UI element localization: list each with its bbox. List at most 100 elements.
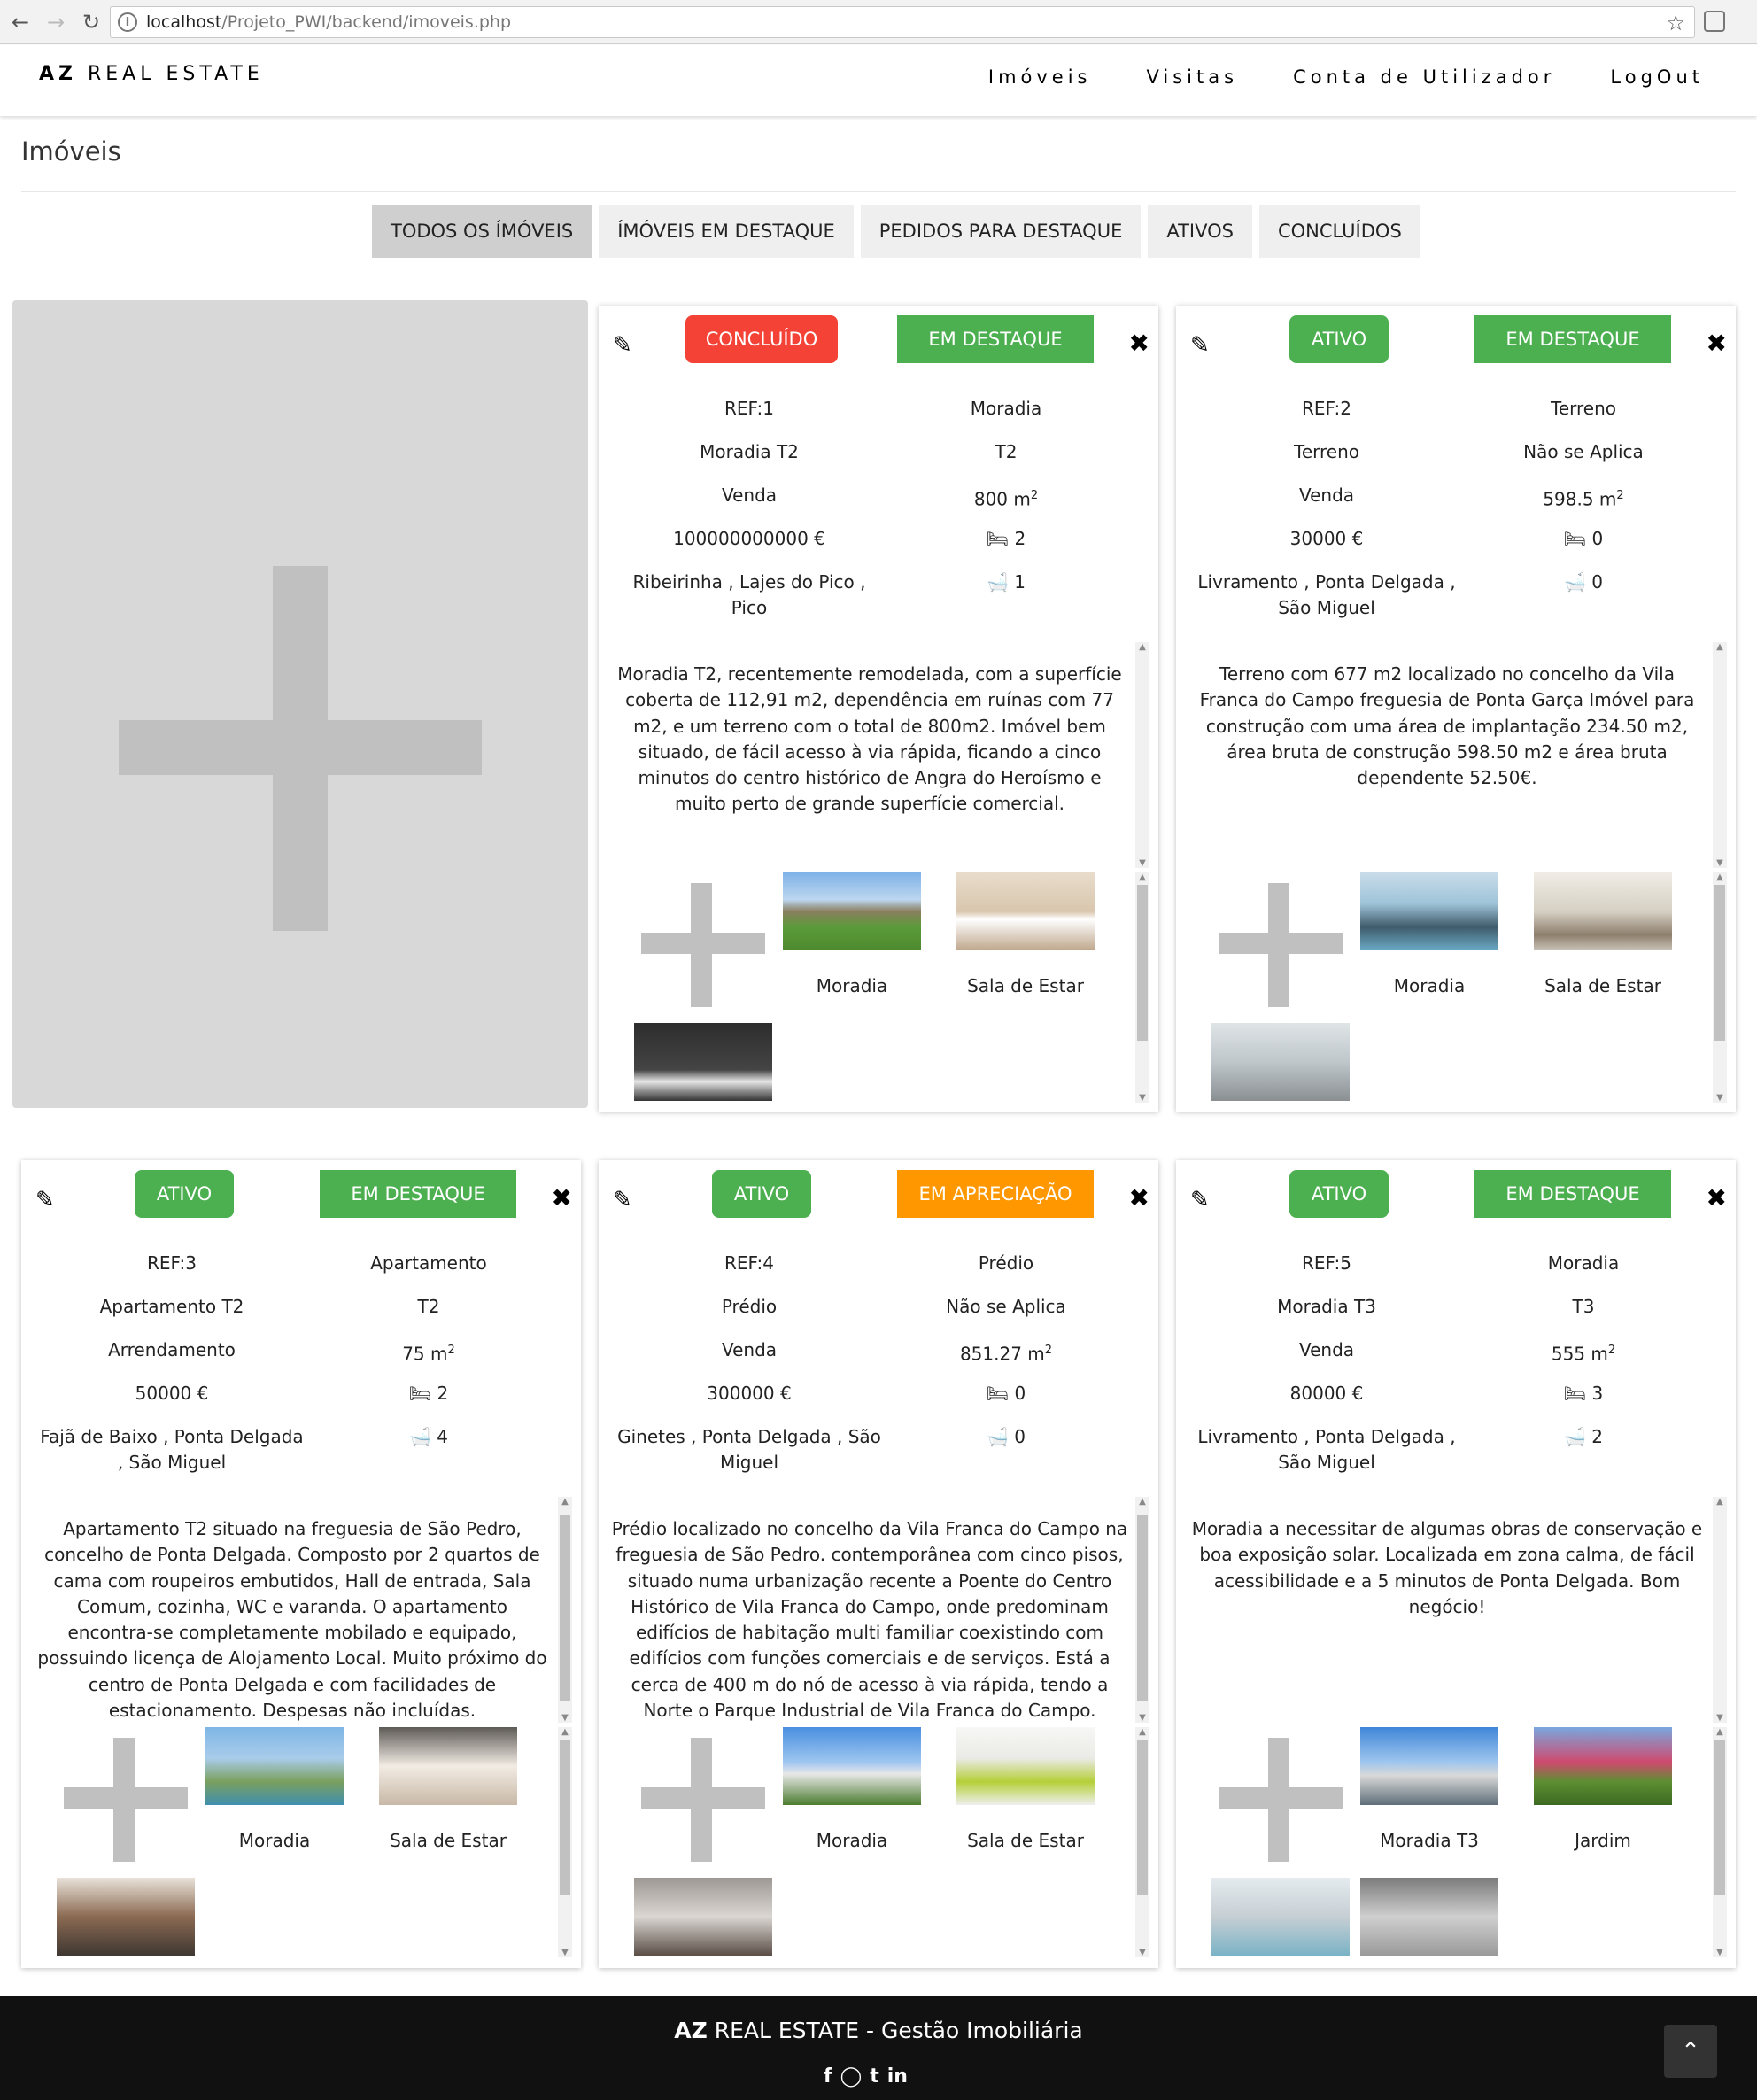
description-scroll[interactable]: Prédio localizado no concelho da Vila Fr… (608, 1497, 1149, 1723)
brand-logo[interactable]: AZ REAL ESTATE (39, 63, 264, 85)
photo-thumbnail[interactable] (783, 872, 921, 950)
photo-thumbnail[interactable] (783, 1727, 921, 1805)
gallery-photo[interactable]: Moradia (205, 1727, 344, 1851)
gallery-photo[interactable]: Sala de Estar (379, 1727, 517, 1851)
status-badge[interactable]: ATIVO (1289, 1170, 1389, 1218)
description-scroll[interactable]: Moradia T2, recentemente remodelada, com… (608, 642, 1149, 868)
add-photo-plus-icon[interactable] (641, 1738, 765, 1862)
scrollbar[interactable]: ▲ ▼ (558, 1727, 572, 1957)
photo-thumbnail[interactable] (956, 1727, 1095, 1805)
scrollbar[interactable]: ▲ ▼ (1135, 1497, 1149, 1723)
gallery-photo[interactable] (634, 1878, 772, 1957)
info-icon[interactable]: i (118, 12, 137, 32)
feature-badge[interactable]: EM DESTAQUE (1474, 1170, 1671, 1218)
edit-pencil-icon[interactable]: ✎ (613, 1187, 632, 1213)
delete-close-icon[interactable]: ✖ (1707, 329, 1727, 358)
photo-gallery[interactable]: Moradia Sala de Estar ▲ ▼ (608, 1727, 1149, 1957)
scrollbar[interactable]: ▲ ▼ (1135, 642, 1149, 868)
photo-gallery[interactable]: Moradia Sala de Estar ▲ ▼ (608, 872, 1149, 1103)
gallery-photo[interactable]: Jardim (1534, 1727, 1672, 1851)
twitter-icon[interactable]: t (870, 2065, 879, 2088)
scrollbar[interactable]: ▲ ▼ (1135, 1727, 1149, 1957)
gallery-photo[interactable] (1360, 1878, 1498, 1957)
tab-ativos[interactable]: ATIVOS (1148, 205, 1252, 258)
scrollbar[interactable]: ▲ ▼ (1713, 872, 1727, 1103)
gallery-photo[interactable] (1211, 1023, 1350, 1103)
edit-pencil-icon[interactable]: ✎ (613, 332, 632, 359)
status-badge[interactable]: ATIVO (1289, 315, 1389, 363)
photo-thumbnail[interactable] (205, 1727, 344, 1805)
photo-thumbnail[interactable] (379, 1727, 517, 1805)
address-bar[interactable]: i localhost /Projeto_PWI/backend/imoveis… (110, 6, 1695, 38)
edit-pencil-icon[interactable]: ✎ (1190, 1187, 1210, 1213)
delete-close-icon[interactable]: ✖ (1129, 329, 1149, 358)
photo-thumbnail[interactable] (1360, 1727, 1498, 1805)
gallery-photo[interactable]: Moradia (783, 1727, 921, 1851)
photo-thumbnail[interactable] (1360, 1878, 1498, 1956)
gallery-photo[interactable] (57, 1878, 195, 1957)
photo-gallery[interactable]: Moradia T3 Jardim ▲ ▼ (1185, 1727, 1727, 1957)
scrollbar[interactable]: ▲ ▼ (1713, 1727, 1727, 1957)
scrollbar[interactable]: ▲ ▼ (1135, 872, 1149, 1103)
feature-badge[interactable]: EM DESTAQUE (897, 315, 1094, 363)
photo-gallery[interactable]: Moradia Sala de Estar ▲ ▼ (30, 1727, 572, 1957)
photo-thumbnail[interactable] (1211, 1878, 1350, 1956)
gallery-photo[interactable]: Moradia (783, 872, 921, 996)
feature-badge[interactable]: EM DESTAQUE (1474, 315, 1671, 363)
scrollbar[interactable]: ▲ ▼ (1713, 642, 1727, 868)
photo-thumbnail[interactable] (634, 1023, 772, 1101)
extension-icon[interactable] (1704, 11, 1725, 32)
description-scroll[interactable]: Apartamento T2 situado na freguesia de S… (30, 1497, 572, 1723)
photo-thumbnail[interactable] (634, 1878, 772, 1956)
tab-pedidos[interactable]: PEDIDOS PARA DESTAQUE (860, 205, 1142, 258)
gallery-photo[interactable]: Moradia (1360, 872, 1498, 996)
add-photo-plus-icon[interactable] (1219, 1738, 1343, 1862)
tab-destaque[interactable]: ÍMÓVEIS EM DESTAQUE (599, 205, 854, 258)
status-badge[interactable]: ATIVO (712, 1170, 811, 1218)
add-photo-plus-icon[interactable] (64, 1738, 188, 1862)
add-photo-plus-icon[interactable] (641, 883, 765, 1007)
photo-thumbnail[interactable] (1534, 872, 1672, 950)
scrollbar[interactable]: ▲ ▼ (558, 1497, 572, 1723)
edit-pencil-icon[interactable]: ✎ (1190, 332, 1210, 359)
gallery-photo[interactable] (1211, 1878, 1350, 1957)
gallery-photo[interactable] (634, 1023, 772, 1103)
gallery-photo[interactable]: Moradia T3 (1360, 1727, 1498, 1851)
add-photo-plus-icon[interactable] (1219, 883, 1343, 1007)
gallery-photo[interactable]: Sala de Estar (1534, 872, 1672, 996)
back-icon[interactable]: ← (5, 7, 35, 37)
menu-item-visitas[interactable]: Visitas (1147, 66, 1239, 88)
add-property-card[interactable] (12, 300, 588, 1108)
status-badge[interactable]: ATIVO (135, 1170, 234, 1218)
menu-item-conta[interactable]: Conta de Utilizador (1293, 66, 1555, 88)
edit-pencil-icon[interactable]: ✎ (35, 1187, 55, 1213)
back-to-top-button[interactable]: ⌃ (1664, 2025, 1717, 2078)
menu-item-imoveis[interactable]: Imóveis (988, 66, 1092, 88)
delete-close-icon[interactable]: ✖ (1129, 1183, 1149, 1213)
instagram-icon[interactable]: ◯ (840, 2065, 863, 2088)
photo-thumbnail[interactable] (1534, 1727, 1672, 1805)
scrollbar[interactable]: ▲ ▼ (1713, 1497, 1727, 1723)
gallery-photo[interactable]: Sala de Estar (956, 1727, 1095, 1851)
reload-icon[interactable]: ↻ (76, 7, 106, 37)
photo-thumbnail[interactable] (1360, 872, 1498, 950)
description-scroll[interactable]: Terreno com 677 m2 localizado no concelh… (1185, 642, 1727, 868)
forward-icon[interactable]: → (41, 7, 71, 37)
menu-item-logout[interactable]: LogOut (1610, 66, 1704, 88)
delete-close-icon[interactable]: ✖ (1707, 1183, 1727, 1213)
description-scroll[interactable]: Moradia a necessitar de algumas obras de… (1185, 1497, 1727, 1723)
photo-thumbnail[interactable] (1211, 1023, 1350, 1101)
photo-thumbnail[interactable] (57, 1878, 195, 1956)
photo-thumbnail[interactable] (956, 872, 1095, 950)
gallery-photo[interactable]: Sala de Estar (956, 872, 1095, 996)
status-badge[interactable]: CONCLUÍDO (685, 315, 838, 363)
feature-badge[interactable]: EM DESTAQUE (320, 1170, 516, 1218)
delete-close-icon[interactable]: ✖ (552, 1183, 572, 1213)
linkedin-icon[interactable]: in (887, 2065, 908, 2088)
bookmark-star-icon[interactable]: ☆ (1666, 11, 1685, 35)
facebook-icon[interactable]: f (824, 2065, 832, 2088)
feature-badge[interactable]: EM APRECIAÇÃO (897, 1170, 1094, 1218)
tab-concluidos[interactable]: CONCLUÍDOS (1258, 205, 1420, 258)
photo-gallery[interactable]: Moradia Sala de Estar ▲ ▼ (1185, 872, 1727, 1103)
tab-todos[interactable]: TODOS OS ÍMÓVEIS (372, 205, 592, 258)
